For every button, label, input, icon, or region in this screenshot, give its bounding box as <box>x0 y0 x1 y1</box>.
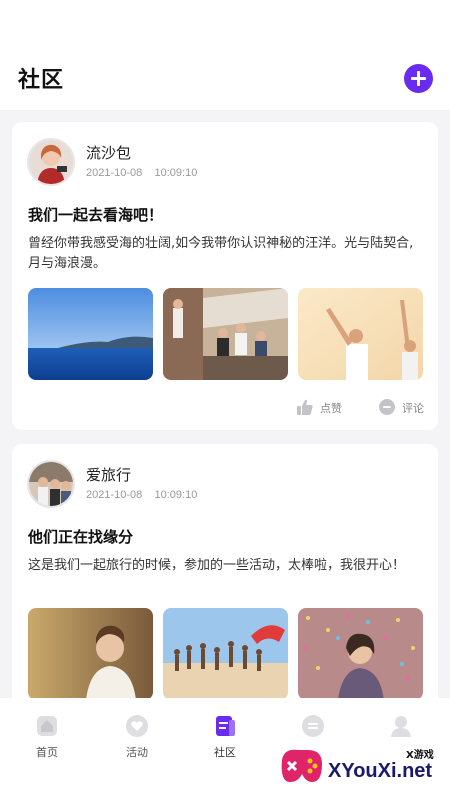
post-timestamp: 2021-10-08 10:09:10 <box>86 489 197 501</box>
post-image[interactable] <box>28 288 153 380</box>
add-post-button[interactable] <box>404 64 433 93</box>
avatar[interactable] <box>27 138 75 186</box>
user-icon <box>389 714 413 738</box>
avatar[interactable] <box>27 460 75 508</box>
post-images <box>28 608 423 698</box>
tab-label: 活动 <box>126 746 148 759</box>
thumbs-up-icon <box>296 398 314 416</box>
post-image[interactable] <box>163 608 288 698</box>
post-date: 2021-10-08 <box>86 167 143 179</box>
post-body[interactable]: 曾经你带我感受海的壮阔,如今我带你认识神秘的汪洋。光与陆契合,月与海浪漫。 <box>28 234 423 274</box>
post-image[interactable] <box>298 608 423 698</box>
post-title[interactable]: 他们正在找缘分 <box>28 526 133 547</box>
comment-icon <box>378 398 396 416</box>
post-time: 10:09:10 <box>154 167 198 179</box>
site-watermark: X游戏 XYouXi.net <box>278 740 448 800</box>
post-image[interactable] <box>298 288 423 380</box>
author-name[interactable]: 流沙包 <box>86 142 131 163</box>
post-feed[interactable]: 流沙包 2021-10-08 10:09:10 我们一起去看海吧！ 曾经你带我感… <box>0 110 450 698</box>
post-time: 10:09:10 <box>154 489 198 501</box>
message-icon <box>301 714 325 738</box>
post-body[interactable]: 这是我们一起旅行的时候，参加的一些活动，太棒啦，我很开心！ <box>28 556 423 576</box>
post-date: 2021-10-08 <box>86 489 143 501</box>
tab-label: 首页 <box>36 746 58 759</box>
author-name[interactable]: 爱旅行 <box>86 464 131 485</box>
post-card[interactable]: 流沙包 2021-10-08 10:09:10 我们一起去看海吧！ 曾经你带我感… <box>12 122 438 430</box>
tab-community[interactable]: 社区 <box>195 714 255 764</box>
app-header: 社区 <box>0 0 450 110</box>
post-image[interactable] <box>163 288 288 380</box>
post-card[interactable]: 爱旅行 2021-10-08 10:09:10 他们正在找缘分 这是我们一起旅行… <box>12 444 438 698</box>
gamepad-logo-icon <box>278 742 326 792</box>
watermark-small-text: X游戏 <box>406 750 434 761</box>
watermark-site-text: XYouXi.net <box>328 760 433 782</box>
community-icon <box>213 714 237 738</box>
tab-home[interactable]: 首页 <box>17 714 77 764</box>
comment-label: 评论 <box>402 402 424 415</box>
home-icon <box>35 714 59 738</box>
tab-activities[interactable]: 活动 <box>107 714 167 764</box>
page-title: 社区 <box>18 68 65 93</box>
like-button[interactable]: 点赞 <box>296 397 356 417</box>
post-image[interactable] <box>28 608 153 698</box>
comment-button[interactable]: 评论 <box>378 397 424 417</box>
tab-label: 社区 <box>214 746 236 759</box>
post-timestamp: 2021-10-08 10:09:10 <box>86 167 197 179</box>
like-label: 点赞 <box>320 402 342 415</box>
heart-icon <box>125 714 149 738</box>
post-images <box>28 288 423 380</box>
post-title[interactable]: 我们一起去看海吧！ <box>28 204 163 225</box>
